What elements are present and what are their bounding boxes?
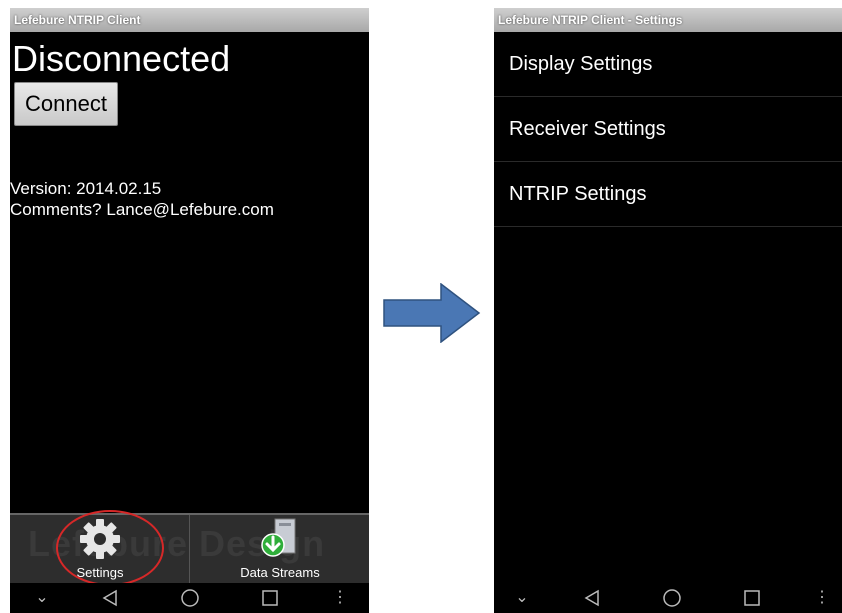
settings-tab[interactable]: Settings xyxy=(50,515,150,583)
settings-tab-label: Settings xyxy=(76,565,124,580)
ntrip-settings-item[interactable]: NTRIP Settings xyxy=(494,162,842,227)
download-icon xyxy=(261,518,296,557)
settings-title-bar: Lefebure NTRIP Client - Settings xyxy=(494,8,842,32)
system-nav-bar: ⌄ ⋮ xyxy=(494,583,842,613)
connect-button[interactable]: Connect xyxy=(14,82,118,126)
app-title-bar: Lefebure NTRIP Client xyxy=(10,8,369,32)
chevron-down-icon[interactable]: ⌄ xyxy=(32,583,52,613)
chevron-down-icon[interactable]: ⌄ xyxy=(512,583,532,613)
app-info: Version: 2014.02.15 Comments? Lance@Lefe… xyxy=(10,178,274,220)
system-nav-bar: ⌄ ⋮ xyxy=(10,583,369,613)
menu-dots-icon[interactable]: ⋮ xyxy=(330,583,350,613)
comments-text: Comments? Lance@Lefebure.com xyxy=(10,200,274,219)
data-streams-tab-label: Data Streams xyxy=(240,565,320,580)
gear-icon xyxy=(80,519,120,559)
settings-screen: Lefebure NTRIP Client - Settings Display… xyxy=(494,8,842,613)
recents-icon[interactable] xyxy=(258,583,282,613)
back-icon[interactable] xyxy=(98,583,122,613)
home-icon[interactable] xyxy=(178,583,202,613)
transition-arrow-icon xyxy=(383,283,481,343)
tab-divider xyxy=(189,515,190,583)
menu-dots-icon[interactable]: ⋮ xyxy=(812,583,832,613)
back-icon[interactable] xyxy=(580,583,604,613)
version-text: Version: 2014.02.15 xyxy=(10,179,162,198)
home-icon[interactable] xyxy=(660,583,684,613)
main-screen: Lefebure NTRIP Client Disconnected Conne… xyxy=(10,8,369,613)
connection-status: Disconnected xyxy=(12,38,231,79)
recents-icon[interactable] xyxy=(740,583,764,613)
receiver-settings-item[interactable]: Receiver Settings xyxy=(494,97,842,162)
display-settings-item[interactable]: Display Settings xyxy=(494,32,842,97)
settings-list: Display Settings Receiver Settings NTRIP… xyxy=(494,32,842,227)
data-streams-tab[interactable]: Data Streams xyxy=(220,515,340,583)
